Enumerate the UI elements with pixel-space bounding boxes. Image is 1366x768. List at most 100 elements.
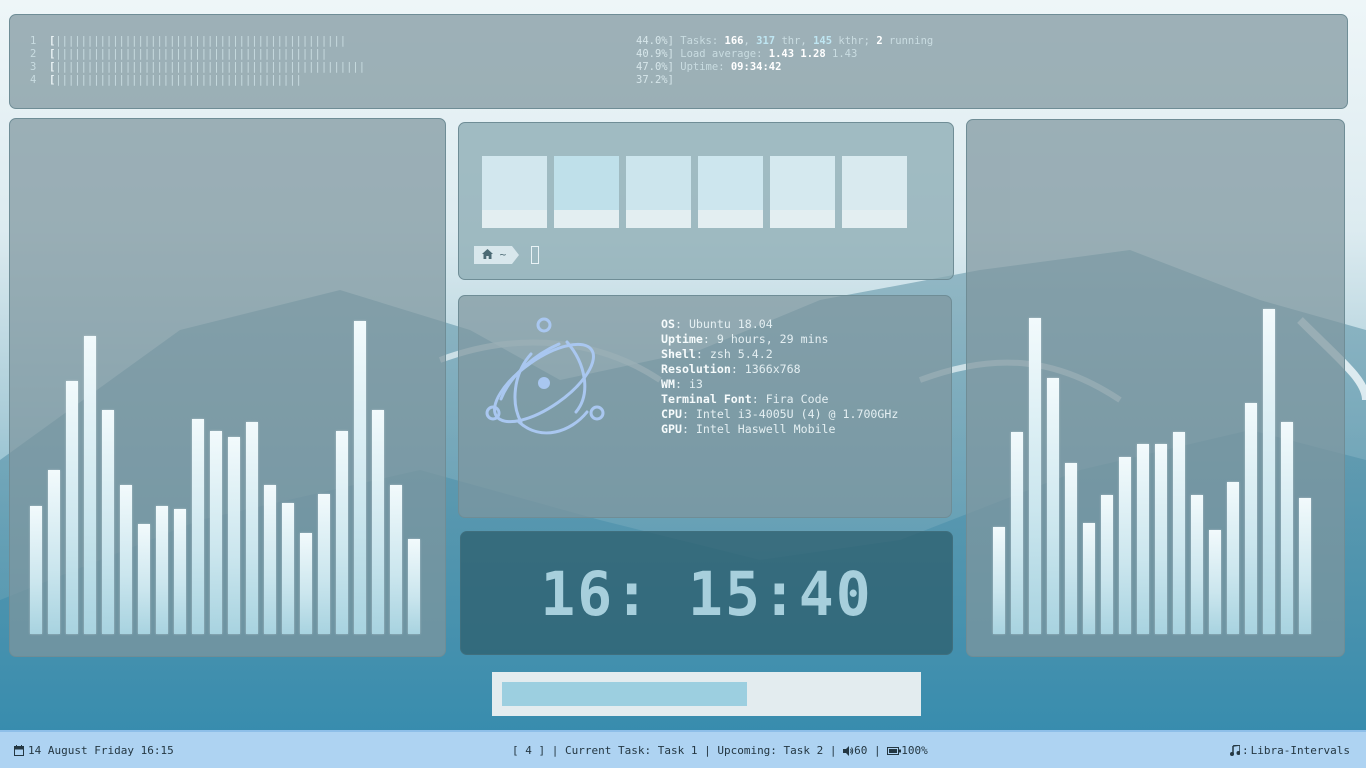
uptime-value: 09:34:42: [730, 61, 782, 73]
info-value: Intel i3-4005U (4) @ 1.700GHz: [695, 407, 899, 421]
workspace-thumbnail[interactable]: [770, 156, 835, 228]
cpu-bar: ||||||||||||||||||||||||||||||||||||||||…: [55, 48, 328, 60]
info-value: Intel Haswell Mobile: [695, 422, 836, 436]
load-1: 1.43: [768, 48, 795, 60]
visualizer-bar: [1065, 463, 1077, 634]
info-key: Resolution: [661, 362, 731, 376]
volume-icon[interactable]: [843, 745, 854, 756]
visualizer-bar: [390, 485, 402, 634]
workspace-thumbnail[interactable]: [626, 156, 691, 228]
uptime-label: Uptime:: [680, 61, 725, 73]
cpu-percent: 37.2%]: [636, 74, 674, 86]
visualizer-bar: [66, 381, 78, 634]
status-bar: 14 August Friday 16:15 [ 4 ] | Current T…: [0, 730, 1366, 768]
cpu-number: 4: [30, 74, 37, 86]
visualizer-bar: [138, 524, 150, 634]
battery-icon: [887, 746, 902, 755]
info-value: i3: [688, 377, 703, 391]
audio-visualizer-right: [966, 119, 1345, 657]
task-block: [ 4 ] | Current Task: Task 1 | Upcoming:…: [512, 744, 928, 757]
info-key: Terminal Font: [661, 392, 752, 406]
visualizer-bar: [318, 494, 330, 634]
cpu-percent: 47.0%]: [636, 61, 674, 73]
visualizer-bar: [1119, 457, 1131, 634]
visualizer-bar: [84, 336, 96, 634]
info-row: OS: Ubuntu 18.04: [661, 317, 773, 331]
visualizer-bar: [120, 485, 132, 634]
running-count: 2: [876, 35, 883, 47]
visualizer-bar: [1281, 422, 1293, 634]
cpu-meter-row: 1 [|||||||||||||||||||||||||||||||||||||…: [30, 35, 347, 47]
info-key: GPU: [661, 422, 682, 436]
load-label: Load average:: [680, 48, 763, 60]
neofetch-panel: OS: Ubuntu 18.04 Uptime: 9 hours, 29 min…: [458, 295, 952, 518]
info-value: 9 hours, 29 mins: [716, 332, 829, 346]
tasks-count: 166: [724, 35, 744, 47]
visualizer-bar: [156, 506, 168, 634]
date-block[interactable]: 14 August Friday 16:15: [14, 744, 174, 757]
prompt-arrow-icon: [512, 246, 520, 264]
audio-visualizer-left: [9, 118, 446, 657]
digital-clock: 16: 15:40: [540, 558, 873, 630]
tasks-label: Tasks:: [680, 35, 719, 47]
cpu-bar: |||||||||||||||||||||||||||||||||||||||: [55, 74, 302, 86]
visualizer-bar: [174, 509, 186, 634]
progress-bar: [492, 672, 921, 716]
visualizer-bar: [264, 485, 276, 634]
visualizer-bar: [1227, 482, 1239, 634]
visualizer-bar: [1083, 523, 1095, 634]
info-key: CPU: [661, 407, 682, 421]
visualizer-bar: [336, 431, 348, 634]
threads-count: 317: [756, 35, 776, 47]
visualizer-bar: [1263, 309, 1275, 634]
workspace-thumbnail[interactable]: [842, 156, 907, 228]
visualizer-bar: [300, 533, 312, 634]
calendar-icon: [14, 745, 24, 756]
info-key: Uptime: [661, 332, 703, 346]
info-value: 1366x768: [744, 362, 801, 376]
visualizer-bar: [1209, 530, 1221, 634]
visualizer-bar: [48, 470, 60, 634]
cpu-number: 3: [30, 61, 37, 73]
now-playing: Libra-Intervals: [1250, 744, 1350, 757]
info-row: WM: i3: [661, 377, 703, 391]
workspace-indicator[interactable]: [ 4 ]: [512, 744, 545, 757]
visualizer-bar: [210, 431, 222, 634]
visualizer-bar: [354, 321, 366, 634]
visualizer-bar: [1011, 432, 1023, 634]
music-block[interactable]: : Libra-Intervals: [1230, 744, 1350, 757]
current-task: Current Task: Task 1: [565, 744, 698, 757]
visualizer-bar: [1029, 318, 1041, 634]
clock-panel: 16: 15:40: [460, 531, 953, 655]
cpu-number: 1: [30, 35, 37, 47]
info-row: CPU: Intel i3-4005U (4) @ 1.700GHz: [661, 407, 899, 421]
info-row: Shell: zsh 5.4.2: [661, 347, 773, 361]
workspace-thumbnail[interactable]: [554, 156, 619, 228]
visualizer-bar: [282, 503, 294, 634]
workspace-thumbnail[interactable]: [698, 156, 763, 228]
info-row: Resolution: 1366x768: [661, 362, 801, 376]
shell-prompt[interactable]: ~: [474, 246, 540, 264]
battery-level: 100%: [901, 744, 928, 757]
workspace-thumbnail[interactable]: [482, 156, 547, 228]
visualizer-bar: [246, 422, 258, 634]
progress-fill: [502, 682, 747, 706]
date-text: 14 August Friday 16:15: [28, 744, 174, 757]
info-row: GPU: Intel Haswell Mobile: [661, 422, 836, 436]
cpu-meter-row: 3 [|||||||||||||||||||||||||||||||||||||…: [30, 61, 366, 73]
home-icon: [482, 249, 493, 259]
threads-label: thr,: [781, 35, 807, 47]
visualizer-bar: [993, 527, 1005, 634]
cpu-bar: ||||||||||||||||||||||||||||||||||||||||…: [55, 61, 366, 73]
info-key: WM: [661, 377, 675, 391]
kthreads-label: kthr;: [838, 35, 870, 47]
running-label: running: [888, 35, 934, 47]
cpu-meters: 1 [|||||||||||||||||||||||||||||||||||||…: [30, 35, 365, 87]
cpu-meter-row: 2 [|||||||||||||||||||||||||||||||||||||…: [30, 48, 328, 60]
visualizer-bar: [1299, 498, 1311, 634]
visualizer-bar: [192, 419, 204, 634]
visualizer-bar: [1191, 495, 1203, 634]
terminal-cursor: [531, 246, 540, 264]
visualizer-bar: [102, 410, 114, 634]
music-separator: :: [1242, 744, 1249, 757]
